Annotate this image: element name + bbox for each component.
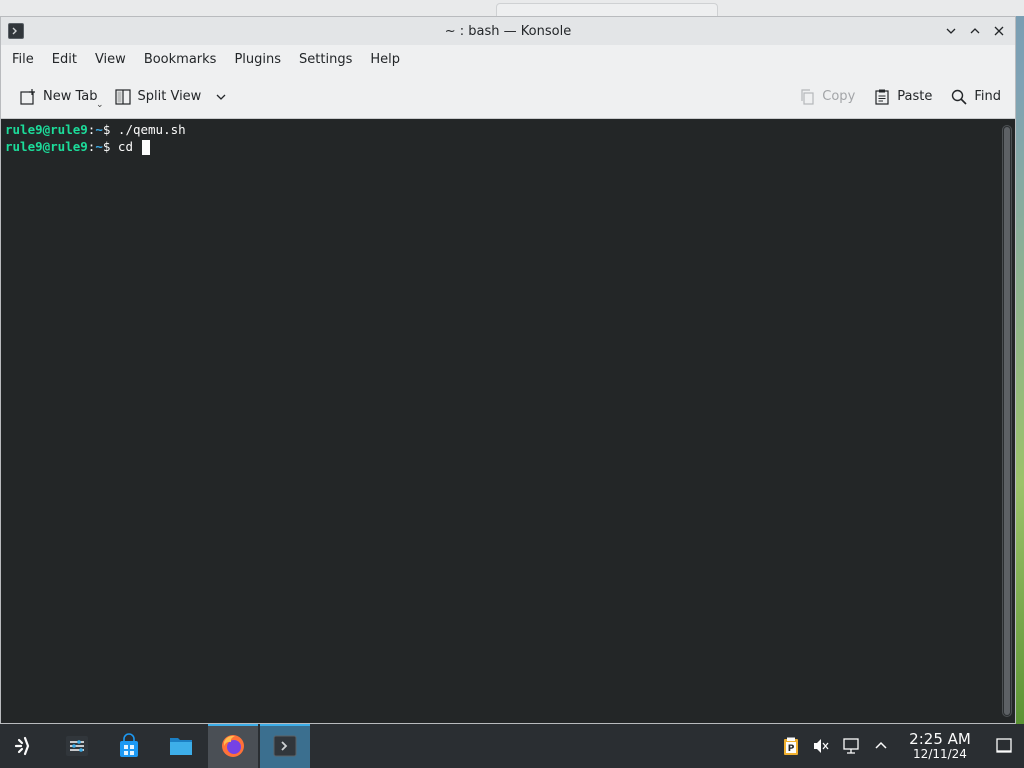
paste-icon: [875, 89, 889, 105]
menu-edit[interactable]: Edit: [43, 45, 86, 75]
paste-label: Paste: [897, 89, 933, 104]
system-tray: P 2:25 AM 12/11/24: [776, 724, 1024, 768]
chevron-down-icon: [216, 94, 226, 100]
application-launcher-icon: [14, 736, 30, 756]
dolphin-files-button[interactable]: [156, 724, 206, 768]
konsole-icon: [273, 735, 297, 757]
desktop-background-strip: [0, 0, 1024, 17]
menu-bookmarks[interactable]: Bookmarks: [135, 45, 226, 75]
terminal-line: rule9@rule9:~$ cd: [5, 138, 1011, 155]
search-icon: [952, 89, 967, 105]
close-icon: [994, 26, 1004, 36]
konsole-app-icon[interactable]: [8, 23, 24, 39]
maximize-button[interactable]: [965, 21, 985, 41]
split-view-icon: [114, 88, 131, 105]
svg-text:P: P: [788, 744, 795, 754]
menu-view[interactable]: View: [86, 45, 135, 75]
new-tab-icon: [20, 88, 35, 105]
find-button[interactable]: Find: [944, 81, 1007, 113]
application-launcher-button[interactable]: [0, 724, 50, 768]
firefox-icon: [222, 735, 244, 757]
terminal-cursor: [141, 140, 150, 155]
split-view-label: Split View: [137, 89, 202, 104]
prompt-path: ~: [95, 139, 103, 154]
clock-date: 12/11/24: [913, 747, 967, 761]
chevron-up-icon: [970, 28, 980, 34]
network-tray-button[interactable]: [838, 724, 864, 768]
system-settings-button[interactable]: [52, 724, 102, 768]
clipboard-tray-button[interactable]: P: [778, 724, 804, 768]
digital-clock[interactable]: 2:25 AM 12/11/24: [904, 730, 976, 761]
folder-icon: [170, 738, 192, 755]
konsole-window: ~ : bash — Konsole File Edit View Bookma…: [0, 16, 1016, 724]
volume-tray-button[interactable]: [808, 724, 834, 768]
background-window-edge: [496, 3, 718, 17]
menu-help[interactable]: Help: [361, 45, 409, 75]
terminal-scrollbar[interactable]: [1002, 125, 1012, 717]
menu-bar: File Edit View Bookmarks Plugins Setting…: [1, 45, 1015, 75]
split-view-dropdown-button[interactable]: [211, 81, 231, 113]
prompt-user: rule9@rule9: [5, 139, 88, 154]
scrollbar-thumb[interactable]: [1004, 127, 1010, 715]
terminal-view[interactable]: rule9@rule9:~$ ./qemu.sh rule9@rule9:~$ …: [1, 119, 1015, 723]
firefox-button[interactable]: [208, 724, 258, 768]
new-tab-button[interactable]: New Tab ⌄: [13, 81, 104, 113]
menu-plugins[interactable]: Plugins: [225, 45, 290, 75]
chevron-down-icon: [946, 28, 956, 34]
find-label: Find: [974, 89, 1001, 104]
taskbar: P 2:25 AM 12/11/24: [0, 724, 1024, 768]
terminal-command: cd: [110, 139, 141, 154]
clipboard-icon: P: [784, 737, 798, 755]
new-tab-label: New Tab: [43, 89, 98, 104]
terminal-line: rule9@rule9:~$ ./qemu.sh: [5, 121, 1011, 138]
window-title: ~ : bash — Konsole: [444, 23, 572, 39]
copy-button[interactable]: Copy: [792, 81, 861, 113]
tray-expand-button[interactable]: [868, 724, 894, 768]
prompt-path: ~: [95, 122, 103, 137]
discover-store-icon: [120, 733, 138, 757]
discover-store-button[interactable]: [104, 724, 154, 768]
clock-time: 2:25 AM: [909, 730, 971, 748]
main-toolbar: New Tab ⌄ Split View Copy Paste Find: [1, 75, 1015, 119]
new-tab-dropdown-indicator: ⌄: [95, 99, 104, 110]
show-desktop-icon: [996, 738, 1012, 753]
minimize-button[interactable]: [941, 21, 961, 41]
chevron-up-icon: [875, 741, 887, 749]
copy-label: Copy: [822, 89, 856, 104]
volume-muted-icon: [814, 739, 829, 753]
title-bar[interactable]: ~ : bash — Konsole: [1, 17, 1015, 45]
show-desktop-button[interactable]: [984, 724, 1024, 768]
copy-icon: [801, 88, 814, 105]
prompt-user: rule9@rule9: [5, 122, 88, 137]
menu-settings[interactable]: Settings: [290, 45, 361, 75]
split-view-button[interactable]: Split View: [108, 81, 208, 113]
network-wired-icon: [843, 738, 859, 754]
system-settings-icon: [66, 736, 88, 756]
menu-file[interactable]: File: [3, 45, 43, 75]
konsole-task-button[interactable]: [260, 724, 310, 768]
paste-button[interactable]: Paste: [867, 81, 938, 113]
terminal-command: ./qemu.sh: [110, 122, 186, 137]
close-button[interactable]: [989, 21, 1009, 41]
